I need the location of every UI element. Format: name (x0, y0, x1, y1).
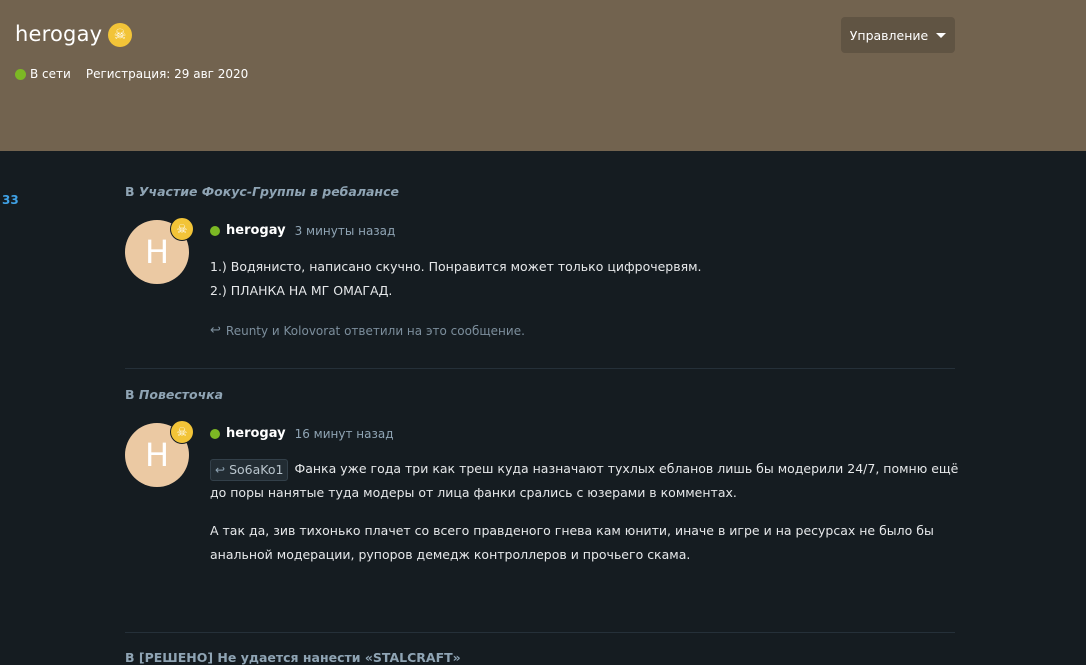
post-body: ↩ So6aKo1 Фанка уже года три как треш куда… (210, 457, 960, 567)
post-body: 1.) Водянисто, написано скучно. Понравит… (210, 255, 960, 303)
reply-icon: ↩ (215, 462, 226, 477)
post-meta: herogay 3 минуты назад (210, 223, 395, 238)
caret-down-icon (936, 32, 947, 38)
post-line: 2.) ПЛАНКА НА МГ ОМАГАД. (210, 283, 393, 298)
sidebar-count[interactable]: 33 (2, 193, 19, 207)
post-paragraph: ↩ So6aKo1 Фанка уже года три как треш куда… (210, 457, 960, 505)
post-divider (125, 632, 955, 633)
post-divider (125, 368, 955, 369)
quote-mention[interactable]: ↩ So6aKo1 (210, 458, 289, 481)
post-meta: herogay 16 минут назад (210, 426, 394, 441)
post-paragraph: А так да, зив тихонько плачет со всего п… (210, 523, 934, 562)
reply-icon: ↩ (210, 323, 221, 338)
thread-name: Участие Фокус-Группы в ребалансе (138, 184, 399, 199)
manage-button[interactable]: Управление (841, 17, 955, 53)
manage-button-label: Управление (849, 27, 929, 43)
online-indicator-icon (15, 68, 26, 80)
post-time[interactable]: 16 минут назад (295, 427, 394, 441)
avatar-letter: H (144, 233, 170, 271)
thread-name: В [РЕШЕНО] Не удается нанести «STALCRAFT… (125, 650, 461, 665)
registration-date: Регистрация: 29 авг 2020 (85, 67, 249, 81)
online-indicator-icon (210, 225, 220, 236)
post-line: 1.) Водянисто, написано скучно. Понравит… (210, 259, 702, 274)
thread-link[interactable]: В Участие Фокус-Группы в ребалансе (125, 184, 399, 199)
replies-note[interactable]: ↩ Reunty и Kolovorat ответили на это соо… (210, 323, 525, 338)
profile-status-row: В сети Регистрация: 29 авг 2020 (15, 67, 248, 81)
skull-badge-icon: ☠ (170, 217, 194, 241)
post-time[interactable]: 3 минуты назад (295, 224, 396, 238)
thread-prefix: В (125, 184, 139, 199)
thread-name: Повесточка (138, 387, 224, 402)
skull-badge-icon: ☠ (170, 420, 194, 444)
thread-link[interactable]: В [РЕШЕНО] Не удается нанести «STALCRAFT… (125, 650, 461, 665)
thread-prefix: В (125, 387, 139, 402)
online-indicator-icon (210, 428, 220, 439)
thread-link[interactable]: В Повесточка (125, 387, 223, 402)
skull-badge-icon: ☠ (108, 23, 132, 47)
replies-text: Reunty и Kolovorat ответили на это сообщ… (225, 323, 525, 338)
quote-user: So6aKo1 (229, 461, 284, 477)
profile-header: herogay ☠ В сети Регистрация: 29 авг 202… (0, 0, 1086, 151)
profile-username[interactable]: herogay (15, 22, 102, 46)
post-username[interactable]: herogay (226, 223, 286, 238)
post-paragraph-text: Фанка уже года три как треш куда назнача… (210, 461, 959, 500)
avatar-letter: H (144, 436, 170, 474)
post-username[interactable]: herogay (226, 426, 286, 441)
online-status: В сети (30, 67, 71, 81)
